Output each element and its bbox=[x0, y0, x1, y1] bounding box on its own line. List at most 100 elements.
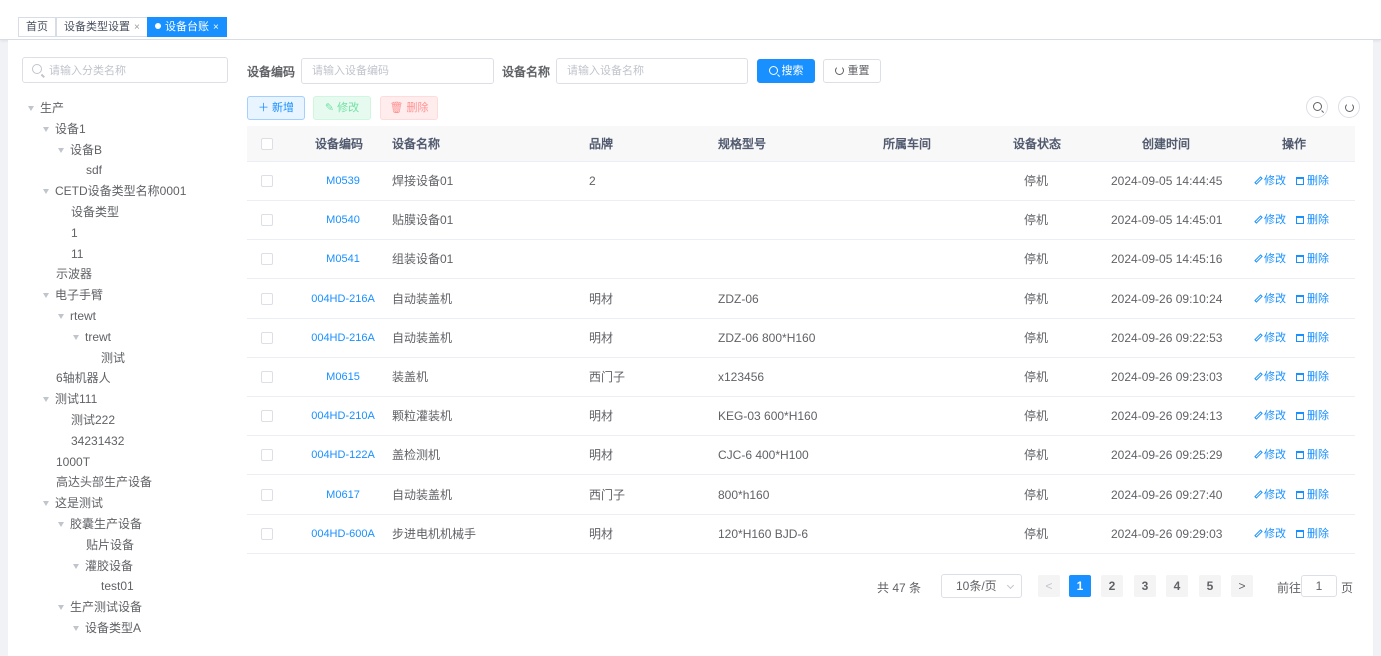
page-2-button[interactable]: 2 bbox=[1101, 575, 1123, 597]
device-code-input[interactable] bbox=[301, 58, 494, 84]
row-checkbox[interactable] bbox=[261, 449, 273, 462]
caret-down-icon[interactable] bbox=[58, 314, 64, 319]
device-code-link[interactable]: 004HD-216A bbox=[287, 280, 399, 319]
caret-down-icon[interactable] bbox=[58, 522, 64, 527]
row-delete-link[interactable]: 删除 bbox=[1296, 476, 1329, 515]
tree-node[interactable]: rtewt bbox=[22, 306, 96, 326]
tree-node[interactable]: 设备1 bbox=[22, 119, 86, 139]
table-row[interactable]: 004HD-210A 颗粒灌装机 明材 KEG-03 600*H160 停机 2024-0… bbox=[247, 397, 1355, 437]
table-row[interactable]: 004HD-216A 自动装盖机 明材 ZDZ-06 停机 2024-09-26 09:1… bbox=[247, 279, 1355, 319]
row-edit-link[interactable]: 修改 bbox=[1254, 240, 1286, 279]
device-code-link[interactable]: 004HD-600A bbox=[287, 515, 399, 554]
next-page-button[interactable]: > bbox=[1231, 575, 1253, 597]
delete-button[interactable]: 🗑 删除 bbox=[380, 96, 438, 120]
row-checkbox[interactable] bbox=[261, 214, 273, 227]
close-icon[interactable]: × bbox=[213, 22, 219, 33]
tree-node[interactable]: 生产 bbox=[22, 98, 64, 118]
tree-node[interactable]: 测试 bbox=[22, 348, 125, 368]
row-edit-link[interactable]: 修改 bbox=[1254, 162, 1286, 201]
tree-node[interactable]: 1000T bbox=[22, 452, 90, 472]
page-size-select[interactable]: 10条/页 bbox=[941, 574, 1022, 598]
caret-down-icon[interactable] bbox=[73, 626, 79, 631]
caret-down-icon[interactable] bbox=[58, 147, 64, 153]
tab-device-type-settings[interactable]: 设备类型设置 × bbox=[56, 17, 148, 37]
device-code-link[interactable]: M0617 bbox=[287, 476, 399, 515]
tree-search-input[interactable] bbox=[49, 62, 224, 79]
device-code-link[interactable]: M0615 bbox=[287, 358, 399, 397]
add-button[interactable]: ＋ 新增 bbox=[247, 96, 305, 120]
close-icon[interactable]: × bbox=[134, 22, 140, 33]
row-edit-link[interactable]: 修改 bbox=[1254, 436, 1286, 475]
search-button[interactable]: 搜索 bbox=[757, 59, 815, 83]
caret-down-icon[interactable] bbox=[73, 334, 79, 340]
row-edit-link[interactable]: 修改 bbox=[1254, 280, 1286, 319]
row-checkbox[interactable] bbox=[261, 488, 273, 501]
caret-down-icon[interactable] bbox=[58, 605, 64, 611]
table-row[interactable]: 004HD-600A 步进电机机械手 明材 120*H160 BJD-6 停机 2024-… bbox=[247, 514, 1355, 554]
row-edit-link[interactable]: 修改 bbox=[1254, 201, 1286, 240]
device-code-link[interactable]: M0539 bbox=[287, 162, 399, 201]
row-delete-link[interactable]: 删除 bbox=[1296, 436, 1329, 475]
tree-node[interactable]: 1 bbox=[22, 223, 78, 243]
page-1-button[interactable]: 1 bbox=[1069, 575, 1091, 597]
tab-home[interactable]: 首页 bbox=[18, 17, 56, 37]
tree-node[interactable]: sdf bbox=[22, 160, 102, 180]
table-row[interactable]: 004HD-122A 盖检测机 明材 CJC-6 400*H100 停机 2024-09-… bbox=[247, 436, 1355, 476]
caret-down-icon[interactable] bbox=[43, 501, 49, 507]
device-code-link[interactable]: 004HD-210A bbox=[287, 397, 399, 436]
row-delete-link[interactable]: 删除 bbox=[1296, 280, 1329, 319]
tree-node[interactable]: 示波器 bbox=[22, 264, 92, 284]
row-checkbox[interactable] bbox=[261, 331, 273, 344]
page-4-button[interactable]: 4 bbox=[1166, 575, 1188, 597]
row-edit-link[interactable]: 修改 bbox=[1254, 476, 1286, 515]
caret-down-icon[interactable] bbox=[43, 189, 49, 195]
tree-node[interactable]: 灌胶设备 bbox=[22, 556, 133, 576]
tab-device-ledger[interactable]: 设备台账 × bbox=[147, 17, 227, 37]
row-edit-link[interactable]: 修改 bbox=[1254, 319, 1286, 358]
tree-node[interactable]: trewt bbox=[22, 327, 111, 347]
reset-button[interactable]: 重置 bbox=[823, 59, 881, 83]
row-edit-link[interactable]: 修改 bbox=[1254, 515, 1286, 554]
prev-page-button[interactable]: < bbox=[1038, 575, 1060, 597]
row-delete-link[interactable]: 删除 bbox=[1296, 201, 1329, 240]
tree-node[interactable]: 设备B bbox=[22, 140, 102, 160]
device-code-link[interactable]: M0540 bbox=[287, 201, 399, 240]
row-checkbox[interactable] bbox=[261, 175, 273, 187]
refresh-button[interactable] bbox=[1338, 96, 1360, 118]
device-code-link[interactable]: 004HD-122A bbox=[287, 436, 399, 475]
select-all-checkbox[interactable] bbox=[261, 138, 273, 150]
tree-node[interactable]: test01 bbox=[22, 576, 134, 596]
tree-node[interactable]: 11 bbox=[22, 244, 83, 264]
caret-down-icon[interactable] bbox=[43, 126, 49, 132]
device-code-link[interactable]: 004HD-216A bbox=[287, 319, 399, 358]
toggle-search-button[interactable] bbox=[1306, 96, 1328, 118]
table-row[interactable]: M0615 装盖机 西门子 x123456 停机 2024-09-26 09:23:03 修… bbox=[247, 358, 1355, 397]
row-checkbox[interactable] bbox=[261, 253, 273, 266]
tree-node[interactable]: 生产测试设备 bbox=[22, 597, 142, 617]
device-code-link[interactable]: M0541 bbox=[287, 240, 399, 279]
row-checkbox[interactable] bbox=[261, 527, 273, 540]
row-delete-link[interactable]: 删除 bbox=[1296, 162, 1329, 201]
table-row[interactable]: M0539 焊接设备01 2 停机 2024-09-05 14:44:45 修改 删除 bbox=[247, 162, 1355, 201]
tree-node[interactable]: 设备类型A bbox=[22, 618, 141, 638]
page-3-button[interactable]: 3 bbox=[1134, 575, 1156, 597]
row-checkbox[interactable] bbox=[261, 371, 273, 383]
row-delete-link[interactable]: 删除 bbox=[1296, 397, 1329, 436]
tree-node[interactable]: 6轴机器人 bbox=[22, 368, 111, 388]
table-row[interactable]: M0540 贴膜设备01 停机 2024-09-05 14:45:01 修改 删除 bbox=[247, 201, 1355, 241]
tree-node[interactable]: 高达头部生产设备 bbox=[22, 472, 152, 492]
caret-down-icon[interactable] bbox=[28, 106, 34, 111]
row-delete-link[interactable]: 删除 bbox=[1296, 515, 1329, 554]
caret-down-icon[interactable] bbox=[73, 563, 79, 569]
tree-node[interactable]: 电子手臂 bbox=[22, 285, 103, 305]
tree-node[interactable]: 胶囊生产设备 bbox=[22, 514, 142, 534]
caret-down-icon[interactable] bbox=[43, 293, 49, 299]
row-delete-link[interactable]: 删除 bbox=[1296, 319, 1329, 358]
row-delete-link[interactable]: 删除 bbox=[1296, 358, 1329, 397]
table-row[interactable]: 004HD-216A 自动装盖机 明材 ZDZ-06 800*H160 停机 2024-0… bbox=[247, 318, 1355, 358]
tree-node[interactable]: CETD设备类型名称0001 bbox=[22, 181, 186, 201]
tree-node[interactable]: 这是测试 bbox=[22, 493, 103, 513]
row-delete-link[interactable]: 删除 bbox=[1296, 240, 1329, 279]
table-row[interactable]: M0617 自动装盖机 西门子 800*h160 停机 2024-09-26 09:27:… bbox=[247, 475, 1355, 515]
device-name-input[interactable] bbox=[556, 58, 748, 84]
